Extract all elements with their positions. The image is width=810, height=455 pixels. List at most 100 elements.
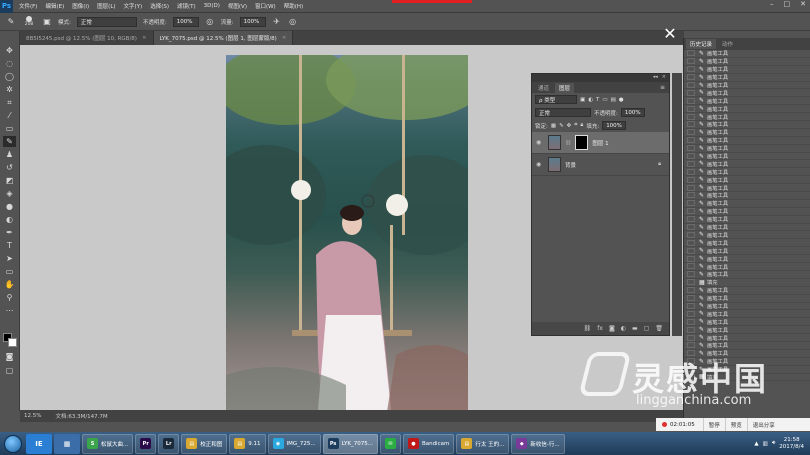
layer-opacity-input[interactable]: 100% bbox=[620, 108, 645, 117]
start-button[interactable] bbox=[0, 432, 26, 455]
eraser-tool-icon[interactable]: ◩ bbox=[3, 175, 16, 186]
taskbar-app-button[interactable]: Pr bbox=[135, 433, 157, 454]
history-item[interactable]: ✎ 画笔工具 bbox=[684, 145, 810, 153]
exit-share-button[interactable]: 退出分享 bbox=[746, 418, 780, 431]
background-color-swatch[interactable] bbox=[8, 338, 17, 347]
layer-row-background[interactable]: ◉ 背景 🔒︎ bbox=[532, 154, 669, 176]
lock-image-icon[interactable]: ✎ bbox=[559, 123, 564, 129]
lock-all-icon[interactable]: 🔒︎ bbox=[580, 122, 583, 129]
filter-adjust-icon[interactable]: ◐ bbox=[588, 97, 593, 103]
history-item[interactable]: ✎ 画笔工具 bbox=[684, 239, 810, 248]
clock[interactable]: 21:58 2017/8/4 bbox=[779, 437, 804, 451]
history-source-checkbox[interactable] bbox=[687, 318, 695, 325]
history-source-checkbox[interactable] bbox=[687, 302, 695, 309]
history-source-checkbox[interactable] bbox=[687, 50, 695, 57]
history-item[interactable]: ✎ 画笔工具 bbox=[684, 326, 810, 335]
history-source-checkbox[interactable] bbox=[687, 168, 695, 175]
history-source-checkbox[interactable] bbox=[687, 271, 695, 278]
lock-position-icon[interactable]: ✥ bbox=[567, 123, 572, 129]
eyedropper-tool-icon[interactable]: ⁄ bbox=[3, 110, 16, 121]
link-icon[interactable]: ⛓ bbox=[584, 325, 592, 332]
history-source-checkbox[interactable] bbox=[687, 287, 695, 294]
brush-preset-picker[interactable]: 208 bbox=[22, 16, 36, 27]
history-source-checkbox[interactable] bbox=[687, 82, 695, 88]
history-source-checkbox[interactable] bbox=[687, 255, 695, 262]
trash-icon[interactable]: 🗑︎ bbox=[655, 325, 663, 332]
history-item[interactable]: ✎ 画笔工具 bbox=[684, 334, 810, 342]
quick-mask-icon[interactable]: ◙ bbox=[3, 351, 16, 362]
hand-tool-icon[interactable]: ✋ bbox=[3, 279, 16, 290]
tab-history[interactable]: 历史记录 bbox=[686, 39, 717, 49]
history-source-checkbox[interactable] bbox=[687, 145, 695, 152]
history-source-checkbox[interactable] bbox=[687, 153, 695, 160]
close-tab-icon[interactable]: × bbox=[142, 35, 147, 41]
history-item[interactable]: ✎ 画笔工具 bbox=[684, 295, 810, 303]
photo-canvas[interactable] bbox=[226, 55, 468, 418]
marquee-tool-icon[interactable]: ◌ bbox=[3, 58, 16, 69]
history-source-checkbox[interactable] bbox=[687, 176, 695, 183]
history-item[interactable]: ✎ 画笔工具 bbox=[684, 66, 810, 74]
shape-tool-icon[interactable]: ▭ bbox=[3, 266, 16, 277]
tab-actions[interactable]: 动作 bbox=[718, 39, 737, 49]
history-item[interactable]: ✎ 画笔工具 bbox=[684, 255, 810, 264]
filter-type-icon[interactable]: T bbox=[596, 97, 599, 103]
screen-mode-icon[interactable]: ▢ bbox=[3, 365, 16, 376]
filter-toggle-icon[interactable]: ● bbox=[619, 97, 624, 103]
history-item[interactable]: ✎ 画笔工具 bbox=[684, 129, 810, 137]
blend-mode-select[interactable]: 正常 bbox=[535, 108, 591, 117]
history-source-checkbox[interactable] bbox=[687, 97, 695, 104]
history-item[interactable]: ✎ 画笔工具 bbox=[684, 160, 810, 169]
doc-tab-2[interactable]: LYK_7075.psd @ 12.5% (图层 1, 图层蒙版/8) × bbox=[153, 31, 294, 45]
lock-artboard-icon[interactable]: ⌗ bbox=[574, 122, 577, 129]
pen-tool-icon[interactable]: ✒ bbox=[3, 227, 16, 238]
history-source-checkbox[interactable] bbox=[687, 66, 695, 73]
fx-icon[interactable]: fx bbox=[597, 325, 603, 332]
taskbar-app-button[interactable]: ▤ 9.11 bbox=[229, 433, 266, 454]
history-item[interactable]: ✎ 画笔工具 bbox=[684, 302, 810, 311]
history-item[interactable]: ✎ 画笔工具 bbox=[684, 121, 810, 129]
menu-select[interactable]: 选择(S) bbox=[150, 2, 169, 10]
close-panel-icon[interactable]: × bbox=[662, 74, 666, 82]
history-source-checkbox[interactable] bbox=[687, 263, 695, 270]
layer-filter-select[interactable]: ρ 类型 bbox=[535, 95, 577, 104]
history-item[interactable]: ✎ 画笔工具 bbox=[684, 82, 810, 90]
path-select-tool-icon[interactable]: ➤ bbox=[3, 253, 16, 264]
history-item[interactable]: ✎ 画笔工具 bbox=[684, 263, 810, 271]
history-item[interactable]: ✎ 画笔工具 bbox=[684, 247, 810, 256]
folder-icon[interactable]: ▬ bbox=[632, 325, 638, 332]
filter-pixel-icon[interactable]: ▣ bbox=[580, 97, 585, 103]
history-source-checkbox[interactable] bbox=[687, 192, 695, 199]
history-item[interactable]: ✎ 画笔工具 bbox=[684, 105, 810, 114]
history-source-checkbox[interactable] bbox=[687, 231, 695, 238]
history-source-checkbox[interactable] bbox=[687, 121, 695, 128]
brush-tool-icon[interactable]: ✎ bbox=[6, 17, 16, 27]
history-source-checkbox[interactable] bbox=[687, 239, 695, 246]
history-item[interactable]: ✎ 画笔工具 bbox=[684, 168, 810, 177]
taskbar-app-button[interactable]: ● Bandicam bbox=[402, 433, 455, 454]
history-item[interactable]: ✎ 画笔工具 bbox=[684, 50, 810, 58]
fill-input[interactable]: 100% bbox=[602, 121, 627, 130]
taskbar-app-button[interactable]: ◆ 新收信-行... bbox=[511, 433, 565, 454]
tab-channels[interactable]: 通道 bbox=[534, 83, 553, 93]
menu-type[interactable]: 文字(Y) bbox=[124, 2, 143, 10]
history-source-checkbox[interactable] bbox=[687, 310, 695, 317]
collapse-icon[interactable]: ◂◂ bbox=[653, 74, 658, 82]
tray-arrow-icon[interactable]: ▲ bbox=[754, 441, 758, 447]
volume-icon[interactable]: 🔊︎ bbox=[772, 440, 775, 447]
history-item[interactable]: ✎ 画笔工具 bbox=[684, 153, 810, 161]
history-source-checkbox[interactable] bbox=[687, 200, 695, 207]
taskbar-app-button[interactable]: ▤ 校正和图 bbox=[181, 433, 228, 454]
pause-button[interactable]: 暂停 bbox=[702, 418, 725, 431]
history-item[interactable]: ✎ 画笔工具 bbox=[684, 74, 810, 82]
lasso-tool-icon[interactable]: ◯ bbox=[3, 71, 16, 82]
history-source-checkbox[interactable] bbox=[687, 74, 695, 81]
history-item[interactable]: ✎ 画笔工具 bbox=[684, 137, 810, 145]
taskbar-app-button[interactable]: ▤ 行太 王的... bbox=[456, 433, 510, 454]
menu-window[interactable]: 窗口(W) bbox=[255, 2, 276, 10]
filter-shape-icon[interactable]: ▭ bbox=[602, 97, 607, 103]
blur-tool-icon[interactable]: ● bbox=[3, 201, 16, 212]
history-source-checkbox[interactable] bbox=[687, 334, 695, 341]
history-source-checkbox[interactable] bbox=[687, 295, 695, 302]
history-item[interactable]: ✎ 画笔工具 bbox=[684, 89, 810, 98]
history-item[interactable]: ✎ 画笔工具 bbox=[684, 192, 810, 200]
